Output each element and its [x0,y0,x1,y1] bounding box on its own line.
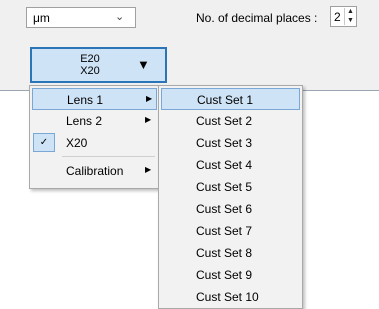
menu-item-label: Cust Set 1 [197,93,254,107]
menu-item-cust-set-8[interactable]: Cust Set 8 [161,242,300,264]
menu-item-lens-2[interactable]: Lens 2 ▶ [32,110,157,132]
menu-item-x20[interactable]: ✓ X20 [32,132,157,154]
cust-set-submenu: Cust Set 1 Cust Set 2 Cust Set 3 Cust Se… [158,85,303,309]
submenu-arrow-icon: ▶ [145,165,152,174]
menu-item-label: Lens 1 [67,93,104,107]
unit-select-value: μm [33,11,50,25]
menu-item-cust-set-1[interactable]: Cust Set 1 [161,88,300,110]
lens-button-line2: X20 [80,65,100,77]
menu-item-cust-set-10[interactable]: Cust Set 10 [161,286,300,308]
menu-item-lens-1[interactable]: Lens 1 ▶ [32,88,157,110]
menu-item-label: Lens 2 [66,114,103,128]
lens-menu: Lens 1 ▶ Lens 2 ▶ ✓ X20 Calibration ▶ [29,85,160,189]
menu-item-label: X20 [66,136,88,150]
menu-item-label: Cust Set 5 [196,180,253,194]
decimal-places-value: 2 [334,10,341,24]
menu-item-cust-set-3[interactable]: Cust Set 3 [161,132,300,154]
dropdown-arrow-icon: ▼ [137,57,150,72]
menu-item-label: Cust Set 2 [196,114,253,128]
chevron-down-icon: ⌄ [115,11,125,23]
decimal-places-label: No. of decimal places : [196,11,318,25]
decimal-places-stepper[interactable]: 2 ▲ ▼ [330,6,357,27]
menu-item-label: Cust Set 8 [196,246,253,260]
menu-item-label: Calibration [66,164,124,178]
menu-item-cust-set-5[interactable]: Cust Set 5 [161,176,300,198]
menu-separator [62,156,155,157]
menu-item-cust-set-9[interactable]: Cust Set 9 [161,264,300,286]
spin-down-icon[interactable]: ▼ [345,17,356,25]
unit-select[interactable]: μm ⌄ [26,7,136,28]
menu-item-cust-set-4[interactable]: Cust Set 4 [161,154,300,176]
menu-item-label: Cust Set 9 [196,268,253,282]
menu-item-label: Cust Set 6 [196,202,253,216]
lens-button-line1: E20 [80,53,100,65]
submenu-arrow-icon: ▶ [146,94,153,103]
menu-item-label: Cust Set 10 [196,290,259,304]
menu-item-label: Cust Set 3 [196,136,253,150]
menu-item-cust-set-6[interactable]: Cust Set 6 [161,198,300,220]
spin-up-icon[interactable]: ▲ [345,8,356,16]
menu-item-label: Cust Set 4 [196,158,253,172]
check-icon: ✓ [33,133,55,152]
submenu-arrow-icon: ▶ [145,115,152,124]
menu-item-cust-set-7[interactable]: Cust Set 7 [161,220,300,242]
lens-dropdown-button[interactable]: E20 X20 ▼ [30,47,167,83]
menu-item-cust-set-2[interactable]: Cust Set 2 [161,110,300,132]
menu-item-calibration[interactable]: Calibration ▶ [32,160,157,182]
stepper-buttons: ▲ ▼ [344,8,356,25]
menu-item-label: Cust Set 7 [196,224,253,238]
toolbar: μm ⌄ No. of decimal places : 2 ▲ ▼ E20 X… [0,0,379,91]
